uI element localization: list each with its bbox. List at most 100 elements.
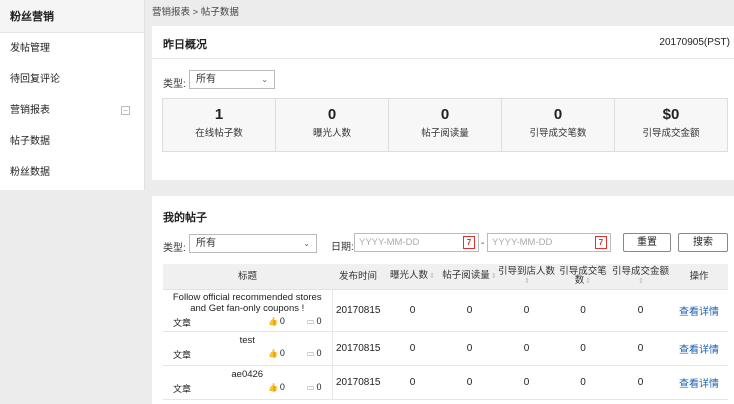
stat-exposure: 0 曝光人数 <box>276 99 389 151</box>
cell-store-visits: 0 <box>498 365 555 400</box>
stat-value: 0 <box>440 106 450 123</box>
chevron-down-icon: ⌄ <box>261 75 268 84</box>
like-count: 👍 0 <box>267 348 285 358</box>
stat-orders: 0 引导成交笔数 <box>502 99 615 151</box>
col-header-publish-time: 发布时间 <box>332 264 384 290</box>
cell-action: 查看详情 <box>670 289 728 332</box>
cell-exposure: 0 <box>384 289 441 332</box>
stat-value: 0 <box>553 106 563 123</box>
comment-icon: ▭ <box>306 316 315 326</box>
sidebar-item-pending-comments[interactable]: 待回复评论 <box>0 64 144 95</box>
date-from-input[interactable]: YYYY-MM-DD 7 <box>354 233 479 252</box>
sort-icon[interactable]: ⇕ <box>638 278 644 285</box>
cell-orders: 0 <box>555 365 611 400</box>
stat-label: 帖子阅读量 <box>421 128 469 139</box>
stat-value: $0 <box>662 106 680 123</box>
sidebar-item-post-data[interactable]: 帖子数据 <box>0 126 144 157</box>
stat-label: 引导成交金额 <box>642 128 700 139</box>
comment-icon: ▭ <box>306 383 315 392</box>
cell-amount: 0 <box>611 331 670 366</box>
table-row: test 文章 👍 0 ▭ 0 20170815 0 0 0 0 0 查看详情 <box>163 331 728 366</box>
calendar-icon[interactable]: 7 <box>595 236 607 249</box>
col-header-amount[interactable]: 引导成交金额⇕ <box>611 264 670 290</box>
cell-orders: 0 <box>555 289 611 332</box>
view-details-link[interactable]: 查看详情 <box>679 307 719 318</box>
view-details-link[interactable]: 查看详情 <box>679 345 719 356</box>
post-meta: 文章 👍 0 ▭ 0 <box>167 348 328 361</box>
table-row: ae0426 文章 👍 0 ▭ 0 20170815 0 0 0 0 0 查看详情 <box>163 365 728 400</box>
stat-online-posts: 1 在线帖子数 <box>163 99 276 151</box>
cell-publish-time: 20170815 <box>332 289 384 332</box>
cell-exposure: 0 <box>384 365 441 400</box>
overview-panel: 昨日概况 20170905(PST) 类型: 所有 ⌄ 1 在线帖子数 0 曝光… <box>152 26 734 180</box>
collapse-icon[interactable]: − <box>121 106 130 115</box>
stat-reads: 0 帖子阅读量 <box>389 99 502 151</box>
post-title[interactable]: test <box>167 335 328 346</box>
date-label: 日期: <box>331 242 354 253</box>
stat-value: 0 <box>327 106 337 123</box>
post-title[interactable]: Follow official recommended stores and G… <box>167 292 328 314</box>
sidebar-item-fan-data[interactable]: 粉丝数据 <box>0 157 144 188</box>
date-to-input[interactable]: YYYY-MM-DD 7 <box>487 233 611 252</box>
table-row: Follow official recommended stores and G… <box>163 289 728 332</box>
cell-exposure: 0 <box>384 331 441 366</box>
posts-type-label: 类型: <box>163 243 186 254</box>
reset-button[interactable]: 重置 <box>623 233 671 252</box>
sidebar-item-label: 营销报表 <box>10 105 50 116</box>
calendar-icon[interactable]: 7 <box>463 236 475 249</box>
post-meta: 文章 👍 0 ▭ 0 <box>167 382 328 395</box>
like-count: 👍 0 <box>267 315 285 326</box>
stats-row: 1 在线帖子数 0 曝光人数 0 帖子阅读量 0 引导成交笔数 $0 引导成交金… <box>162 98 728 152</box>
date-from-placeholder: YYYY-MM-DD <box>359 237 420 248</box>
search-button[interactable]: 搜索 <box>678 233 728 252</box>
cell-amount: 0 <box>611 289 670 332</box>
type-select-value: 所有 <box>196 74 216 85</box>
post-title[interactable]: ae0426 <box>167 369 328 380</box>
cell-publish-time: 20170815 <box>332 331 384 366</box>
sidebar-item-marketing-reports[interactable]: 营销报表 − <box>0 95 144 126</box>
cell-store-visits: 0 <box>498 331 555 366</box>
posts-type-select[interactable]: 所有 ⌄ <box>189 234 317 253</box>
comment-icon: ▭ <box>306 349 315 358</box>
posts-type-select-value: 所有 <box>196 238 216 249</box>
col-header-orders[interactable]: 引导成交笔数⇕ <box>555 264 611 290</box>
chevron-down-icon: ⌄ <box>303 239 310 248</box>
stat-value: 1 <box>214 106 224 123</box>
type-select[interactable]: 所有 ⌄ <box>189 70 275 89</box>
sort-icon[interactable]: ⇕ <box>429 273 435 280</box>
post-title-cell: ae0426 文章 👍 0 ▭ 0 <box>163 365 333 400</box>
cell-amount: 0 <box>611 365 670 400</box>
col-header-actions: 操作 <box>670 264 728 290</box>
stat-amount: $0 引导成交金额 <box>615 99 727 151</box>
sort-icon[interactable]: ⇕ <box>491 273 497 280</box>
thumbs-up-icon: 👍 <box>267 383 278 392</box>
overview-title: 昨日概况 <box>163 39 207 51</box>
col-header-reads[interactable]: 帖子阅读量⇕ <box>441 264 498 290</box>
overview-date: 20170905(PST) <box>659 37 730 48</box>
date-to-placeholder: YYYY-MM-DD <box>492 237 553 248</box>
thumbs-up-icon: 👍 <box>267 349 278 358</box>
cell-publish-time: 20170815 <box>332 365 384 400</box>
sort-icon[interactable]: ⇕ <box>524 278 530 285</box>
post-meta: 文章 👍 0 ▭ 0 <box>167 316 328 329</box>
col-header-title: 标题 <box>163 264 332 290</box>
cell-action: 查看详情 <box>670 331 728 366</box>
post-category: 文章 <box>173 317 192 328</box>
cell-reads: 0 <box>441 365 498 400</box>
col-header-exposure[interactable]: 曝光人数⇕ <box>384 264 441 290</box>
post-category: 文章 <box>173 350 192 360</box>
cell-action: 查看详情 <box>670 365 728 400</box>
type-filter-label: 类型: <box>163 79 186 90</box>
stat-label: 在线帖子数 <box>195 128 243 139</box>
sidebar-header: 粉丝营销 <box>0 0 144 33</box>
comment-count: ▭ 0 <box>306 348 322 358</box>
sidebar: 粉丝营销 发帖管理 待回复评论 营销报表 − 帖子数据 粉丝数据 <box>0 0 145 190</box>
col-header-store-visits[interactable]: 引导到店人数⇕ <box>498 264 555 290</box>
comment-count: ▭ 0 <box>306 315 322 326</box>
cell-reads: 0 <box>441 289 498 332</box>
overview-header: 昨日概况 20170905(PST) <box>152 26 734 59</box>
post-category: 文章 <box>173 384 192 394</box>
sidebar-item-post-management[interactable]: 发帖管理 <box>0 33 144 64</box>
sort-icon[interactable]: ⇕ <box>585 278 591 285</box>
view-details-link[interactable]: 查看详情 <box>679 379 719 390</box>
